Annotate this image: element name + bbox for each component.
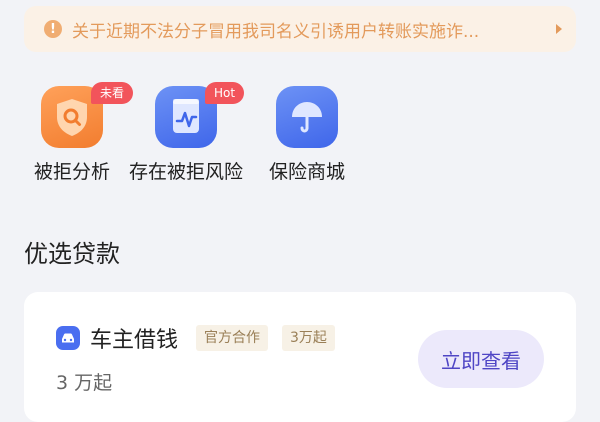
notice-text: 关于近期不法分子冒用我司名义引诱用户转账实施诈... bbox=[72, 21, 480, 42]
service-label: 存在被拒风险 bbox=[128, 161, 243, 183]
loan-tag: 官方合作 bbox=[196, 325, 268, 351]
service-tile bbox=[276, 86, 338, 148]
service-label: 被拒分析 bbox=[33, 161, 110, 183]
service-insurance-mall[interactable]: 保险商城 bbox=[262, 86, 352, 184]
exclamation-icon: ! bbox=[44, 20, 62, 38]
loan-amount: 3 万起 bbox=[56, 372, 113, 394]
badge-hot: Hot bbox=[205, 82, 245, 104]
car-icon bbox=[56, 326, 80, 350]
loan-tag: 3万起 bbox=[282, 325, 335, 351]
notice-banner[interactable]: ! 关于近期不法分子冒用我司名义引诱用户转账实施诈... bbox=[24, 6, 576, 52]
loan-card[interactable]: 车主借钱 官方合作 3万起 3 万起 立即查看 bbox=[24, 292, 576, 422]
service-label: 保险商城 bbox=[268, 161, 345, 183]
service-rejection-analysis[interactable]: 未看 被拒分析 bbox=[32, 82, 134, 184]
section-title: 优选贷款 bbox=[24, 240, 120, 268]
service-tile: Hot bbox=[155, 82, 245, 148]
view-now-button[interactable]: 立即查看 bbox=[418, 330, 544, 388]
loan-product-name: 车主借钱 bbox=[90, 328, 179, 353]
service-rejection-risk[interactable]: Hot 存在被拒风险 bbox=[126, 82, 246, 184]
service-tile: 未看 bbox=[41, 82, 134, 148]
umbrella-icon bbox=[292, 102, 322, 133]
chevron-right-icon bbox=[556, 24, 562, 34]
